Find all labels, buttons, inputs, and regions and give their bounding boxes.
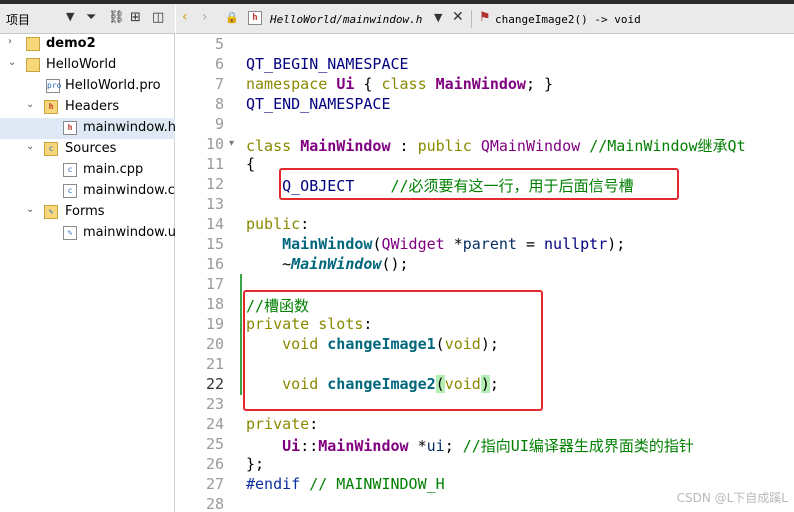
tree-item-label: HelloWorld.pro: [65, 78, 161, 93]
chevron-down-icon[interactable]: ▼: [66, 10, 74, 23]
tree-item-sources[interactable]: ⌄ c Sources: [0, 139, 175, 160]
chevron-down-icon[interactable]: ▼: [434, 11, 442, 24]
tree-item-mainwindow-ui[interactable]: ✎ mainwindow.ui: [0, 223, 175, 244]
line-number: 7: [214, 75, 224, 93]
line-number: 5: [214, 35, 224, 53]
watermark: CSDN @L下自成蹊L: [676, 491, 788, 505]
code-line: #endif // MAINWINDOW_H: [246, 475, 445, 493]
line-number: 9: [214, 115, 224, 133]
line-number: 19: [205, 315, 224, 333]
code-line: private:: [246, 415, 319, 433]
lock-icon: 🔒: [225, 11, 239, 24]
line-number: 13: [205, 195, 224, 213]
header-file-icon: h: [248, 11, 262, 25]
code-line: namespace Ui { class MainWindow; }: [246, 75, 554, 93]
forms-folder-icon: ✎: [44, 205, 58, 219]
tree-item-forms[interactable]: ⌄ ✎ Forms: [0, 202, 175, 223]
tree-item-headers[interactable]: ⌄ h Headers: [0, 97, 175, 118]
changed-lines-marker: [240, 274, 242, 395]
line-number: 25: [205, 435, 224, 453]
cpp-file-icon: c: [63, 184, 77, 198]
tree-item-label: mainwindow.h: [83, 120, 175, 135]
code-line: QT_BEGIN_NAMESPACE: [246, 55, 409, 73]
code-line: class MainWindow : public QMainWindow //…: [246, 137, 746, 155]
tree-item-mainwindow-cpp[interactable]: c mainwindow.cpp: [0, 181, 175, 202]
project-icon: [26, 37, 40, 51]
code-line: MainWindow(QWidget *parent = nullptr);: [282, 235, 626, 253]
code-line: };: [246, 455, 265, 473]
chevron-down-icon[interactable]: ⌄: [8, 57, 16, 68]
line-number: 24: [205, 415, 224, 433]
current-symbol[interactable]: changeImage2() -> void: [495, 13, 641, 26]
code-editor[interactable]: 5 6 7 8 9 10 11 12 13 14 15 16 17 18 19 …: [176, 34, 794, 512]
divider: [471, 10, 472, 28]
forward-icon[interactable]: ›: [202, 9, 208, 25]
source-folder-icon: c: [44, 142, 58, 156]
line-number: 11: [205, 155, 224, 173]
tree-item-label: main.cpp: [83, 162, 144, 177]
line-number: 23: [205, 395, 224, 413]
line-number: 10: [205, 135, 224, 153]
code-line: Ui::MainWindow *ui; //指向UI编译器生成界面类的指针: [282, 437, 694, 455]
line-number-current: 22: [205, 375, 224, 393]
chevron-down-icon[interactable]: ⌄: [26, 99, 34, 110]
project-icon: [26, 58, 40, 72]
tree-item-label: Forms: [65, 204, 105, 219]
line-number: 15: [205, 235, 224, 253]
project-panel: 项目 ▼ ⏷ ⛓ ⊞ ◫ › demo2 ⌄ HelloWorld pro He…: [0, 4, 175, 512]
chevron-down-icon[interactable]: ⌄: [26, 204, 34, 215]
panel-title[interactable]: 项目: [6, 11, 30, 28]
open-file-name[interactable]: HelloWorld/mainwindow.h: [270, 13, 422, 26]
line-number: 21: [205, 355, 224, 373]
tree-item-main-cpp[interactable]: c main.cpp: [0, 160, 175, 181]
link-icon[interactable]: ⛓: [108, 10, 125, 25]
filter-icon[interactable]: ⏷: [86, 10, 96, 25]
line-number: 27: [205, 475, 224, 493]
close-panel-icon[interactable]: ◫: [152, 10, 164, 25]
tree-item-label: Sources: [65, 141, 117, 156]
tree-item-helloworld-pro[interactable]: pro HelloWorld.pro: [0, 76, 175, 97]
tree-item-demo2[interactable]: › demo2: [0, 34, 175, 55]
split-icon[interactable]: ⊞: [130, 10, 141, 25]
tree-item-label: HelloWorld: [46, 57, 117, 72]
line-number: 28: [205, 495, 224, 512]
code-line: QT_END_NAMESPACE: [246, 95, 391, 113]
line-number: 6: [214, 55, 224, 73]
line-number: 14: [205, 215, 224, 233]
chevron-right-icon[interactable]: ›: [8, 36, 12, 47]
tree-item-label: Headers: [65, 99, 120, 114]
tree-item-label: demo2: [46, 36, 96, 51]
header-folder-icon: h: [44, 100, 58, 114]
chevron-down-icon[interactable]: ⌄: [26, 141, 34, 152]
line-number: 16: [205, 255, 224, 273]
tree-item-label: mainwindow.ui: [83, 225, 175, 240]
line-number: 26: [205, 455, 224, 473]
project-panel-toolbar: 项目 ▼ ⏷ ⛓ ⊞ ◫: [0, 4, 175, 34]
pro-file-icon: pro: [46, 79, 61, 93]
ui-file-icon: ✎: [63, 226, 77, 240]
line-number-gutter: 5 6 7 8 9 10 11 12 13 14 15 16 17 18 19 …: [176, 34, 224, 512]
close-icon[interactable]: ✕: [452, 9, 466, 25]
tree-item-label: mainwindow.cpp: [83, 183, 175, 198]
line-number: 12: [205, 175, 224, 193]
fold-arrow-icon[interactable]: ▾: [229, 138, 234, 149]
code-line: {: [246, 155, 256, 173]
line-number: 18: [205, 295, 224, 313]
symbol-icon: ⚑: [479, 10, 491, 25]
line-number: 8: [214, 95, 224, 113]
editor-tab-bar: ‹ › 🔒 h HelloWorld/mainwindow.h ▼ ✕ ⚑ ch…: [176, 4, 794, 34]
tree-item-mainwindow-h[interactable]: h mainwindow.h: [0, 118, 175, 139]
annotation-box-q-object: [279, 168, 679, 200]
back-icon[interactable]: ‹: [182, 9, 188, 25]
line-number: 17: [205, 275, 224, 293]
annotation-box-slots: [243, 290, 543, 411]
header-file-icon: h: [63, 121, 77, 135]
tree-item-helloworld[interactable]: ⌄ HelloWorld: [0, 55, 175, 76]
line-number: 20: [205, 335, 224, 353]
code-line: public:: [246, 215, 310, 233]
code-line: ~MainWindow();: [246, 255, 409, 273]
cpp-file-icon: c: [63, 163, 77, 177]
